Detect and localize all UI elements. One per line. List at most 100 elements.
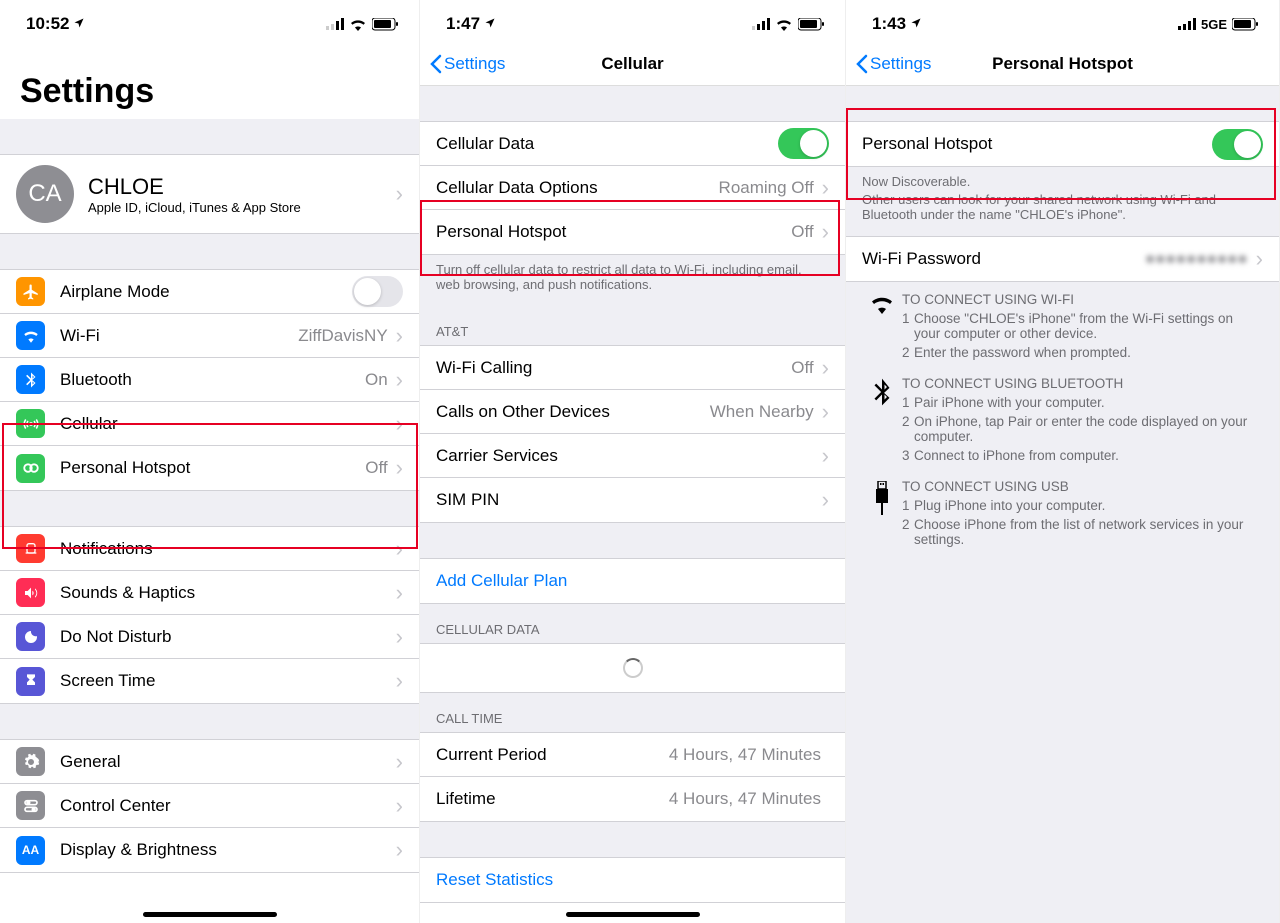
screentime-row[interactable]: Screen Time › (0, 659, 419, 703)
status-time: 1:47 (446, 14, 480, 34)
row-label: Wi-Fi (60, 326, 298, 346)
row-label: Cellular Data (436, 134, 778, 154)
chevron-icon: › (822, 443, 829, 469)
discoverable-sub: Other users can look for your shared net… (846, 192, 1279, 236)
general-group: General › Control Center › AA Display & … (0, 739, 419, 873)
status-time: 1:43 (872, 14, 906, 34)
row-label: Notifications (60, 539, 396, 559)
home-indicator[interactable] (143, 912, 277, 917)
add-plan-row[interactable]: Add Cellular Plan (420, 559, 845, 603)
wifi-password-row[interactable]: Wi-Fi Password ●●●●●●●●●● › (846, 237, 1279, 281)
row-detail: 4 Hours, 47 Minutes (669, 789, 821, 809)
wifi-row[interactable]: Wi-Fi ZiffDavisNY › (0, 314, 419, 358)
cellular-options-row[interactable]: Cellular Data Options Roaming Off › (420, 166, 845, 210)
row-label: Do Not Disturb (60, 627, 396, 647)
hotspot-toggle[interactable] (1212, 129, 1263, 160)
row-label: Calls on Other Devices (436, 402, 710, 422)
wifi-calling-row[interactable]: Wi-Fi Calling Off › (420, 346, 845, 390)
instr-step: Enter the password when prompted. (914, 345, 1131, 360)
chevron-icon: › (396, 323, 403, 349)
row-label: Display & Brightness (60, 840, 396, 860)
airplane-icon (16, 277, 45, 306)
nav-bar: Settings Personal Hotspot (846, 42, 1279, 86)
personal-hotspot-row[interactable]: Personal Hotspot Off › (420, 210, 845, 254)
general-row[interactable]: General › (0, 740, 419, 784)
location-icon (484, 14, 496, 34)
current-period-row: Current Period 4 Hours, 47 Minutes (420, 733, 845, 777)
signal-icon (326, 18, 344, 30)
alerts-group: Notifications › Sounds & Haptics › Do No… (0, 526, 419, 704)
status-time: 10:52 (26, 14, 69, 34)
row-label: Sounds & Haptics (60, 583, 396, 603)
battery-icon (1232, 18, 1259, 31)
instr-step: Choose "CHLOE's iPhone" from the Wi-Fi s… (914, 311, 1263, 341)
cellular-pane: 1:47 Settings Cellular Cellular Data Cel… (420, 0, 846, 923)
back-button[interactable]: Settings (430, 54, 505, 74)
row-label: Lifetime (436, 789, 669, 809)
chevron-icon: › (396, 793, 403, 819)
chevron-icon: › (822, 399, 829, 425)
profile-name: CHLOE (88, 174, 396, 200)
back-button[interactable]: Settings (856, 54, 931, 74)
hotspot-row[interactable]: Personal Hotspot Off › (0, 446, 419, 490)
status-bar: 10:52 (0, 0, 419, 42)
instr-step: Plug iPhone into your computer. (914, 498, 1105, 513)
back-label: Settings (870, 54, 931, 74)
chevron-icon: › (396, 749, 403, 775)
wifi-settings-icon (16, 321, 45, 350)
profile-sub: Apple ID, iCloud, iTunes & App Store (88, 200, 396, 215)
spinner-icon (623, 658, 643, 678)
row-label: Screen Time (60, 671, 396, 691)
row-label: Airplane Mode (60, 282, 352, 302)
row-label: SIM PIN (436, 490, 822, 510)
wifi-icon (349, 18, 367, 31)
aa-icon: AA (16, 836, 45, 865)
profile-row[interactable]: CA CHLOE Apple ID, iCloud, iTunes & App … (0, 154, 419, 234)
chevron-icon: › (396, 580, 403, 606)
avatar: CA (16, 165, 74, 223)
dnd-row[interactable]: Do Not Disturb › (0, 615, 419, 659)
cellular-row[interactable]: Cellular › (0, 402, 419, 446)
bluetooth-icon (862, 376, 902, 467)
chevron-icon: › (1256, 246, 1263, 272)
battery-icon (372, 18, 399, 31)
loading-row (420, 644, 845, 692)
display-row[interactable]: AA Display & Brightness › (0, 828, 419, 872)
hotspot-pane: 1:43 5GE Settings Personal Hotspot Perso… (846, 0, 1280, 923)
home-indicator[interactable] (566, 912, 700, 917)
instr-title: TO CONNECT USING WI-FI (902, 292, 1263, 307)
connectivity-group: Airplane Mode Wi-Fi ZiffDavisNY › Blueto… (0, 269, 419, 491)
back-label: Settings (444, 54, 505, 74)
nav-title: Personal Hotspot (992, 54, 1133, 74)
carrier-services-row[interactable]: Carrier Services › (420, 434, 845, 478)
instr-step: Choose iPhone from the list of network s… (914, 517, 1263, 547)
switches-icon (16, 791, 45, 820)
row-label: General (60, 752, 396, 772)
reset-stats-row[interactable]: Reset Statistics (420, 858, 845, 902)
airplane-mode-row[interactable]: Airplane Mode (0, 270, 419, 314)
chevron-icon: › (396, 367, 403, 393)
chevron-icon: › (822, 487, 829, 513)
antenna-icon (16, 409, 45, 438)
speaker-icon (16, 578, 45, 607)
instr-title: TO CONNECT USING USB (902, 479, 1263, 494)
cellular-data-row[interactable]: Cellular Data (420, 122, 845, 166)
hotspot-toggle-row[interactable]: Personal Hotspot (846, 122, 1279, 166)
control-center-row[interactable]: Control Center › (0, 784, 419, 828)
row-detail: ZiffDavisNY (298, 326, 387, 346)
nav-bar: Settings Cellular (420, 42, 845, 86)
wifi-icon (775, 18, 793, 31)
settings-pane: 10:52 Settings CA CHLOE Apple ID, iCloud… (0, 0, 420, 923)
cellular-data-toggle[interactable] (778, 128, 829, 159)
calls-other-row[interactable]: Calls on Other Devices When Nearby › (420, 390, 845, 434)
airplane-toggle[interactable] (352, 276, 403, 307)
moon-icon (16, 622, 45, 651)
chevron-icon: › (396, 536, 403, 562)
sounds-row[interactable]: Sounds & Haptics › (0, 571, 419, 615)
row-label: Bluetooth (60, 370, 365, 390)
sim-pin-row[interactable]: SIM PIN › (420, 478, 845, 522)
lifetime-row: Lifetime 4 Hours, 47 Minutes (420, 777, 845, 821)
nav-title: Cellular (601, 54, 663, 74)
bluetooth-row[interactable]: Bluetooth On › (0, 358, 419, 402)
notifications-row[interactable]: Notifications › (0, 527, 419, 571)
